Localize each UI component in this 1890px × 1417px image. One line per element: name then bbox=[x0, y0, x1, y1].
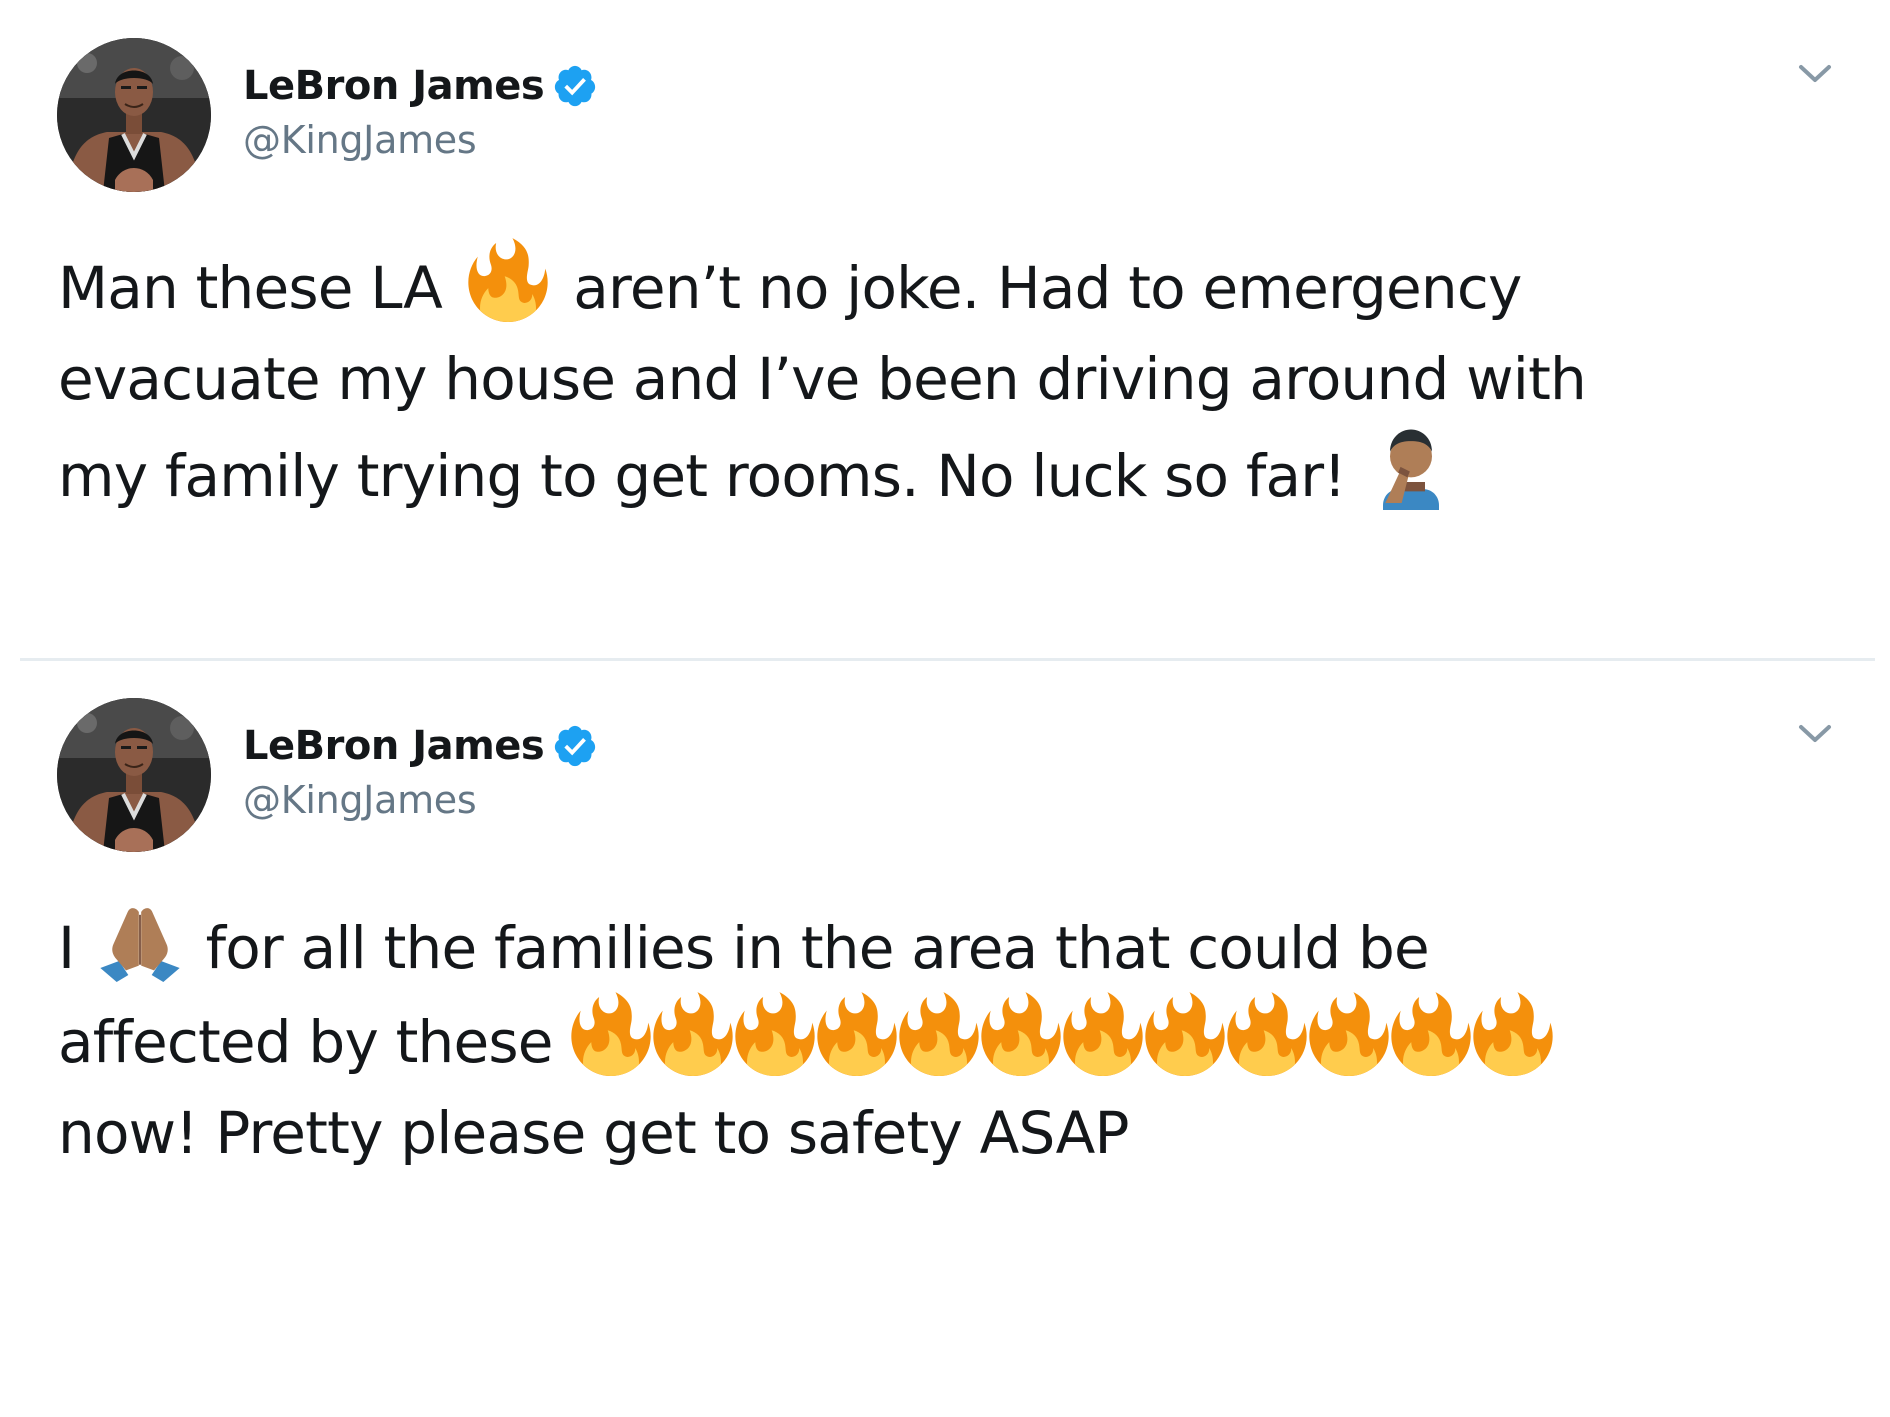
author-display-name[interactable]: LeBron James bbox=[243, 63, 545, 109]
tweet-card[interactable]: LeBron James @KingJames Man these LA are… bbox=[0, 0, 1890, 660]
chevron-down-icon[interactable] bbox=[1795, 58, 1835, 88]
tweet-text-segment: aren’t no joke. Had to emergency bbox=[555, 254, 1522, 322]
folded-hands-icon bbox=[98, 898, 182, 982]
fire-icon bbox=[978, 992, 1064, 1076]
tweet-text-segment: for all the families in the area that co… bbox=[187, 914, 1430, 982]
fire-icon bbox=[1060, 992, 1146, 1076]
verified-badge-icon bbox=[552, 63, 598, 109]
fire-icon bbox=[814, 992, 900, 1076]
author-handle[interactable]: @KingJames bbox=[243, 778, 477, 822]
verified-badge-icon bbox=[552, 723, 598, 769]
tweet-text-line: evacuate my house and I’ve been driving … bbox=[58, 332, 1848, 426]
author-name-row: LeBron James bbox=[243, 718, 598, 774]
tweet-card[interactable]: LeBron James @KingJames I for all the fa… bbox=[0, 660, 1890, 1417]
fire-icon bbox=[1470, 992, 1556, 1076]
fire-icon bbox=[1142, 992, 1228, 1076]
fire-icon bbox=[896, 992, 982, 1076]
tweet-text-line: affected by these bbox=[58, 992, 1848, 1086]
tweet-text-line: I for all the families in the area that … bbox=[58, 898, 1848, 992]
tweet-text-line: Man these LA aren’t no joke. Had to emer… bbox=[58, 238, 1848, 332]
tweet-text-segment: affected by these bbox=[58, 1008, 571, 1076]
tweet-text-line: now! Pretty please get to safety ASAP bbox=[58, 1086, 1848, 1180]
chevron-down-icon[interactable] bbox=[1795, 718, 1835, 748]
tweet-text-segment: I bbox=[58, 914, 92, 982]
man-facepalming-icon bbox=[1369, 426, 1453, 510]
fire-icon bbox=[1388, 992, 1474, 1076]
fire-icon bbox=[1306, 992, 1392, 1076]
author-name-row: LeBron James bbox=[243, 58, 598, 114]
tweet-text-line: my family trying to get rooms. No luck s… bbox=[58, 426, 1848, 520]
tweet-text-segment: Man these LA bbox=[58, 254, 460, 322]
tweet-text-segment: now! Pretty please get to safety ASAP bbox=[58, 1099, 1129, 1167]
fire-icon bbox=[466, 238, 550, 322]
fire-icon bbox=[650, 992, 736, 1076]
author-handle[interactable]: @KingJames bbox=[243, 118, 477, 162]
avatar[interactable] bbox=[57, 38, 211, 192]
fire-icon bbox=[732, 992, 818, 1076]
fire-icon bbox=[1224, 992, 1310, 1076]
tweet-text-segment: my family trying to get rooms. No luck s… bbox=[58, 442, 1364, 510]
avatar[interactable] bbox=[57, 698, 211, 852]
fire-icon bbox=[568, 992, 654, 1076]
tweet-text: I for all the families in the area that … bbox=[58, 898, 1848, 1180]
author-display-name[interactable]: LeBron James bbox=[243, 723, 545, 769]
tweet-text-segment: evacuate my house and I’ve been driving … bbox=[58, 345, 1587, 413]
tweet-text: Man these LA aren’t no joke. Had to emer… bbox=[58, 238, 1848, 520]
